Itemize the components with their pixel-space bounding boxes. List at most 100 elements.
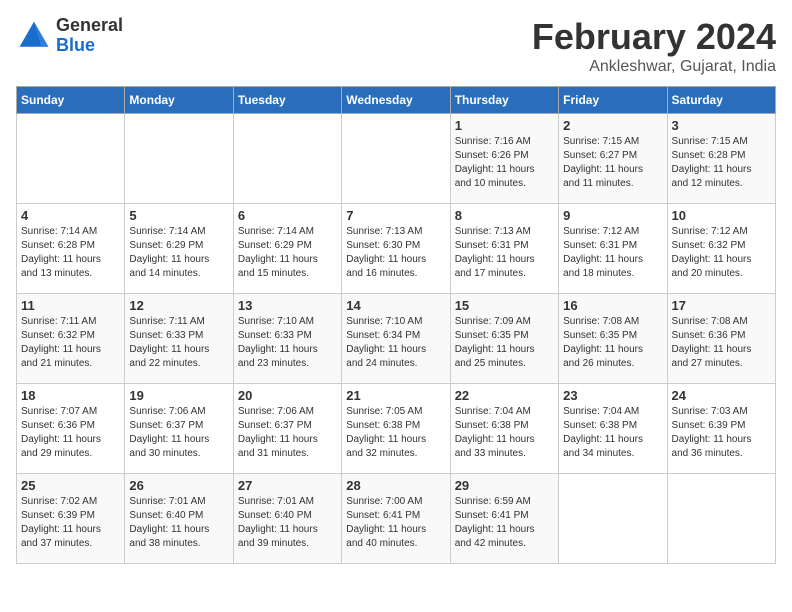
day-detail: Sunrise: 7:08 AM Sunset: 6:35 PM Dayligh… (563, 315, 662, 371)
weekday-header-tuesday: Tuesday (233, 87, 341, 114)
day-number: 18 (21, 388, 120, 403)
logo: General Blue (16, 16, 123, 56)
calendar-cell (559, 474, 667, 564)
calendar-cell: 8Sunrise: 7:13 AM Sunset: 6:31 PM Daylig… (450, 204, 558, 294)
day-detail: Sunrise: 7:02 AM Sunset: 6:39 PM Dayligh… (21, 495, 120, 551)
calendar-cell: 7Sunrise: 7:13 AM Sunset: 6:30 PM Daylig… (342, 204, 450, 294)
calendar-cell (125, 114, 233, 204)
calendar-cell: 26 Sunrise: 7:01 AM Sunset: 6:40 PM Dayli… (125, 474, 233, 564)
day-number: 16 (563, 298, 662, 313)
day-detail: Sunrise: 7:12 AM Sunset: 6:31 PM Dayligh… (563, 225, 662, 281)
day-number: 4 (21, 208, 120, 223)
calendar-cell (17, 114, 125, 204)
calendar-cell (667, 474, 775, 564)
day-number: 23 (563, 388, 662, 403)
day-number: 7 (346, 208, 445, 223)
weekday-header-saturday: Saturday (667, 87, 775, 114)
day-number: 26 (129, 478, 228, 493)
logo-general: General (56, 16, 123, 36)
day-number: 10 (672, 208, 771, 223)
day-detail: Sunrise: 7:16 AM Sunset: 6:26 PM Dayligh… (455, 135, 554, 191)
day-number: 17 (672, 298, 771, 313)
day-number: 6 (238, 208, 337, 223)
calendar-cell: 12 Sunrise: 7:11 AM Sunset: 6:33 PM Dayli… (125, 294, 233, 384)
calendar-week-row: 11 Sunrise: 7:11 AM Sunset: 6:32 PM Dayli… (17, 294, 776, 384)
day-detail: Sunrise: 7:04 AM Sunset: 6:38 PM Dayligh… (563, 405, 662, 461)
logo-icon (16, 18, 52, 54)
day-number: 29 (455, 478, 554, 493)
calendar-table: SundayMondayTuesdayWednesdayThursdayFrid… (16, 86, 776, 564)
day-number: 19 (129, 388, 228, 403)
day-detail: Sunrise: 7:01 AM Sunset: 6:40 PM Dayligh… (238, 495, 337, 551)
day-detail: Sunrise: 7:08 AM Sunset: 6:36 PM Dayligh… (672, 315, 771, 371)
calendar-cell: 4 Sunrise: 7:14 AM Sunset: 6:28 PM Daylig… (17, 204, 125, 294)
day-number: 9 (563, 208, 662, 223)
day-detail: Sunrise: 7:12 AM Sunset: 6:32 PM Dayligh… (672, 225, 771, 281)
day-detail: Sunrise: 7:06 AM Sunset: 6:37 PM Dayligh… (238, 405, 337, 461)
month-title: February 2024 (532, 16, 776, 58)
day-detail: Sunrise: 7:01 AM Sunset: 6:40 PM Dayligh… (129, 495, 228, 551)
calendar-week-row: 1Sunrise: 7:16 AM Sunset: 6:26 PM Daylig… (17, 114, 776, 204)
calendar-cell: 29 Sunrise: 6:59 AM Sunset: 6:41 PM Dayli… (450, 474, 558, 564)
day-number: 15 (455, 298, 554, 313)
calendar-cell: 24 Sunrise: 7:03 AM Sunset: 6:39 PM Dayli… (667, 384, 775, 474)
calendar-cell: 17 Sunrise: 7:08 AM Sunset: 6:36 PM Dayli… (667, 294, 775, 384)
calendar-header-row: SundayMondayTuesdayWednesdayThursdayFrid… (17, 87, 776, 114)
day-number: 14 (346, 298, 445, 313)
calendar-cell: 10 Sunrise: 7:12 AM Sunset: 6:32 PM Dayli… (667, 204, 775, 294)
calendar-cell (233, 114, 341, 204)
calendar-cell: 23 Sunrise: 7:04 AM Sunset: 6:38 PM Dayli… (559, 384, 667, 474)
weekday-header-sunday: Sunday (17, 87, 125, 114)
weekday-header-wednesday: Wednesday (342, 87, 450, 114)
calendar-cell: 13 Sunrise: 7:10 AM Sunset: 6:33 PM Dayli… (233, 294, 341, 384)
day-number: 13 (238, 298, 337, 313)
day-detail: Sunrise: 7:09 AM Sunset: 6:35 PM Dayligh… (455, 315, 554, 371)
calendar-cell: 3Sunrise: 7:15 AM Sunset: 6:28 PM Daylig… (667, 114, 775, 204)
calendar-cell: 6Sunrise: 7:14 AM Sunset: 6:29 PM Daylig… (233, 204, 341, 294)
day-detail: Sunrise: 7:10 AM Sunset: 6:33 PM Dayligh… (238, 315, 337, 371)
day-number: 27 (238, 478, 337, 493)
day-detail: Sunrise: 7:00 AM Sunset: 6:41 PM Dayligh… (346, 495, 445, 551)
logo-blue: Blue (56, 36, 123, 56)
day-number: 12 (129, 298, 228, 313)
calendar-cell: 25 Sunrise: 7:02 AM Sunset: 6:39 PM Dayli… (17, 474, 125, 564)
day-detail: Sunrise: 7:04 AM Sunset: 6:38 PM Dayligh… (455, 405, 554, 461)
day-number: 25 (21, 478, 120, 493)
calendar-week-row: 18 Sunrise: 7:07 AM Sunset: 6:36 PM Dayli… (17, 384, 776, 474)
day-detail: Sunrise: 7:10 AM Sunset: 6:34 PM Dayligh… (346, 315, 445, 371)
day-number: 28 (346, 478, 445, 493)
day-detail: Sunrise: 7:11 AM Sunset: 6:32 PM Dayligh… (21, 315, 120, 371)
calendar-cell: 22Sunrise: 7:04 AM Sunset: 6:38 PM Dayli… (450, 384, 558, 474)
day-number: 21 (346, 388, 445, 403)
calendar-cell: 21Sunrise: 7:05 AM Sunset: 6:38 PM Dayli… (342, 384, 450, 474)
day-detail: Sunrise: 7:14 AM Sunset: 6:29 PM Dayligh… (129, 225, 228, 281)
calendar-cell: 2 Sunrise: 7:15 AM Sunset: 6:27 PM Daylig… (559, 114, 667, 204)
weekday-header-monday: Monday (125, 87, 233, 114)
day-number: 20 (238, 388, 337, 403)
day-number: 8 (455, 208, 554, 223)
calendar-cell: 14 Sunrise: 7:10 AM Sunset: 6:34 PM Dayli… (342, 294, 450, 384)
day-detail: Sunrise: 7:14 AM Sunset: 6:28 PM Dayligh… (21, 225, 120, 281)
day-detail: Sunrise: 7:15 AM Sunset: 6:28 PM Dayligh… (672, 135, 771, 191)
day-number: 11 (21, 298, 120, 313)
title-block: February 2024 Ankleshwar, Gujarat, India (532, 16, 776, 76)
day-detail: Sunrise: 6:59 AM Sunset: 6:41 PM Dayligh… (455, 495, 554, 551)
day-number: 5 (129, 208, 228, 223)
day-detail: Sunrise: 7:03 AM Sunset: 6:39 PM Dayligh… (672, 405, 771, 461)
day-detail: Sunrise: 7:07 AM Sunset: 6:36 PM Dayligh… (21, 405, 120, 461)
calendar-cell: 19Sunrise: 7:06 AM Sunset: 6:37 PM Dayli… (125, 384, 233, 474)
calendar-cell: 1Sunrise: 7:16 AM Sunset: 6:26 PM Daylig… (450, 114, 558, 204)
calendar-cell: 18 Sunrise: 7:07 AM Sunset: 6:36 PM Dayli… (17, 384, 125, 474)
day-number: 24 (672, 388, 771, 403)
day-detail: Sunrise: 7:15 AM Sunset: 6:27 PM Dayligh… (563, 135, 662, 191)
calendar-cell: 27 Sunrise: 7:01 AM Sunset: 6:40 PM Dayli… (233, 474, 341, 564)
calendar-cell (342, 114, 450, 204)
day-detail: Sunrise: 7:11 AM Sunset: 6:33 PM Dayligh… (129, 315, 228, 371)
day-number: 2 (563, 118, 662, 133)
calendar-cell: 20 Sunrise: 7:06 AM Sunset: 6:37 PM Dayli… (233, 384, 341, 474)
weekday-header-thursday: Thursday (450, 87, 558, 114)
calendar-cell: 28 Sunrise: 7:00 AM Sunset: 6:41 PM Dayli… (342, 474, 450, 564)
calendar-cell: 15 Sunrise: 7:09 AM Sunset: 6:35 PM Dayli… (450, 294, 558, 384)
weekday-header-friday: Friday (559, 87, 667, 114)
calendar-week-row: 4 Sunrise: 7:14 AM Sunset: 6:28 PM Daylig… (17, 204, 776, 294)
